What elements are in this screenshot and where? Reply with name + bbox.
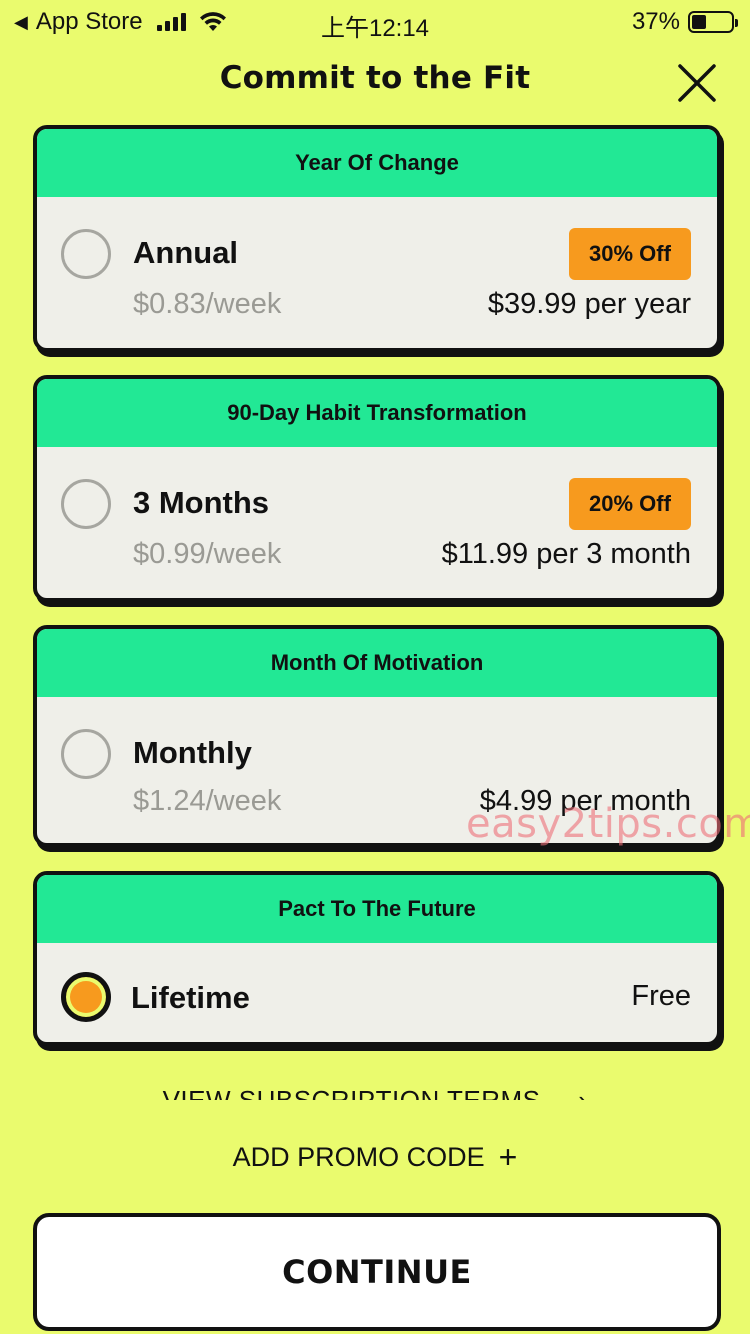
plan-body: Lifetime Free <box>37 943 717 1042</box>
plan-name: Annual <box>133 235 239 270</box>
plan-card-3-months[interactable]: 90-Day Habit Transformation 3 Months 20%… <box>33 375 721 602</box>
plan-card-annual[interactable]: Year Of Change Annual 30% Off $0.83/week… <box>33 125 721 352</box>
plan-header: 90-Day Habit Transformation <box>37 379 717 447</box>
promo-code-label: ADD PROMO CODE <box>232 1142 485 1172</box>
plan-price: $4.99 per month <box>479 785 691 817</box>
add-promo-code-button[interactable]: ADD PROMO CODE + <box>0 1137 750 1175</box>
status-right: 37% <box>631 8 738 36</box>
plan-name: Monthly <box>133 735 252 770</box>
plan-price: $39.99 per year <box>487 288 691 320</box>
plan-header: Year Of Change <box>37 129 717 197</box>
plan-name: 3 Months <box>133 485 270 520</box>
plan-header: Pact To The Future <box>37 875 717 943</box>
battery-percent: 37% <box>631 8 680 35</box>
radio-button[interactable] <box>61 729 111 779</box>
chevron-right-icon: › <box>578 1085 588 1100</box>
battery-icon <box>688 11 738 33</box>
plan-price: $11.99 per 3 month <box>441 538 691 570</box>
radio-button-selected[interactable] <box>61 972 111 1022</box>
plan-body: Monthly $1.24/week $4.99 per month <box>37 697 717 843</box>
continue-button[interactable]: CONTINUE <box>33 1213 721 1331</box>
discount-badge: 20% Off <box>569 478 691 530</box>
plus-icon: + <box>498 1139 518 1175</box>
plan-card-monthly[interactable]: Month Of Motivation Monthly $1.24/week $… <box>33 625 721 847</box>
radio-button[interactable] <box>61 479 111 529</box>
plan-weekly-price: $0.83/week <box>133 288 282 320</box>
plan-header: Month Of Motivation <box>37 629 717 697</box>
plan-card-lifetime[interactable]: Pact To The Future Lifetime Free <box>33 871 721 1046</box>
plan-body: Annual 30% Off $0.83/week $39.99 per yea… <box>37 197 717 348</box>
battery-level <box>692 15 707 29</box>
close-icon[interactable] <box>676 62 718 104</box>
plan-price: Free <box>631 980 691 1012</box>
plan-name: Lifetime <box>131 980 250 1015</box>
discount-badge: 30% Off <box>569 228 691 280</box>
page-title: Commit to the Fit <box>219 60 531 96</box>
plan-weekly-price: $1.24/week <box>133 785 282 817</box>
subscription-terms-link[interactable]: VIEW SUBSCRIPTION TERMS › <box>0 1082 750 1100</box>
plan-body: 3 Months 20% Off $0.99/week $11.99 per 3… <box>37 447 717 598</box>
radio-button[interactable] <box>61 229 111 279</box>
status-bar: ◀ App Store 上午12:14 37% <box>0 0 750 42</box>
subscription-terms-label: VIEW SUBSCRIPTION TERMS <box>162 1085 541 1100</box>
plan-weekly-price: $0.99/week <box>133 538 282 570</box>
